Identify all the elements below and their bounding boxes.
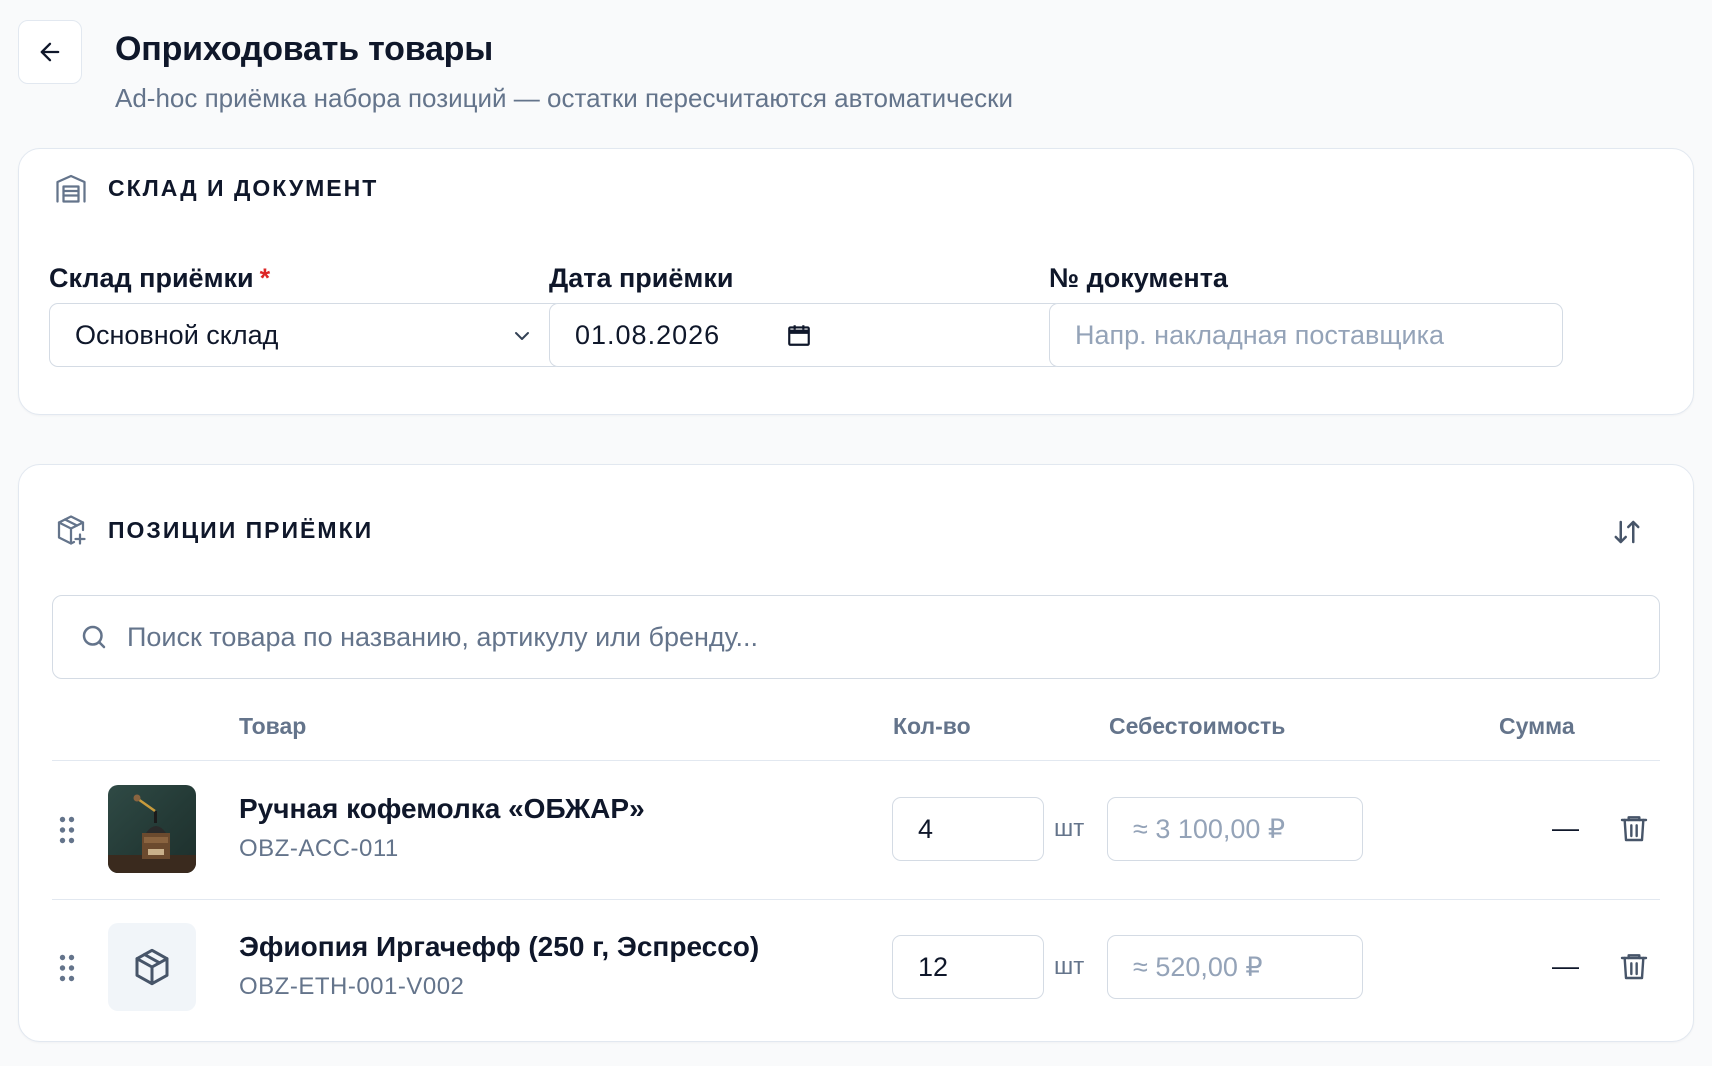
- package-plus-icon: [52, 511, 90, 549]
- product-thumbnail: [108, 923, 196, 1011]
- doc-number-placeholder: Напр. накладная поставщика: [1075, 319, 1445, 350]
- date-label: Дата приёмки: [549, 263, 734, 293]
- quantity-input[interactable]: 12: [892, 935, 1044, 999]
- warehouse-document-card: СКЛАД И ДОКУМЕНТ Склад приёмки * Основной…: [18, 148, 1694, 415]
- trash-icon[interactable]: [1618, 811, 1650, 845]
- product-name: Ручная кофемолка «ОБЖАР»: [239, 793, 645, 824]
- items-card: ПОЗИЦИИ ПРИЁМКИ Поиск товара по названию…: [18, 464, 1694, 1042]
- table-row: Ручная кофемолка «ОБЖАР» OBZ-ACC-011 4 ш…: [52, 761, 1660, 899]
- product-sku: OBZ-ETH-001-V002: [239, 973, 465, 1000]
- drag-handle-icon[interactable]: [58, 815, 76, 845]
- page-header: Оприходовать товары Ad-hoc приёмка набор…: [18, 20, 1694, 113]
- unit-label: шт: [1054, 953, 1085, 980]
- page-title: Оприходовать товары: [115, 30, 494, 68]
- coffee-grinder-image: [108, 794, 196, 873]
- table-row: Эфиопия Иргачефф (250 г, Эспрессо) OBZ-E…: [52, 899, 1660, 1037]
- doc-number-input[interactable]: Напр. накладная поставщика: [1049, 303, 1563, 367]
- cost-input[interactable]: ≈ 3 100,00 ₽: [1107, 797, 1363, 861]
- date-input[interactable]: 01.08.2026: [549, 303, 1063, 367]
- calendar-icon[interactable]: [786, 322, 812, 348]
- column-header-sum: Сумма: [1499, 713, 1575, 739]
- warehouse-select-value: Основной склад: [75, 319, 279, 350]
- row-sum: —: [1552, 951, 1579, 981]
- doc-number-label: № документа: [1049, 263, 1228, 293]
- trash-icon[interactable]: [1618, 949, 1650, 983]
- cost-placeholder: ≈ 3 100,00 ₽: [1133, 813, 1286, 844]
- warehouse-label-text: Склад приёмки: [49, 263, 254, 293]
- cost-input[interactable]: ≈ 520,00 ₽: [1107, 935, 1363, 999]
- page-subtitle: Ad-hoc приёмка набора позиций — остатки …: [115, 83, 1014, 113]
- items-section-header: ПОЗИЦИИ ПРИЁМКИ: [52, 510, 373, 550]
- sort-button[interactable]: [1607, 512, 1647, 552]
- warehouse-section-header: СКЛАД И ДОКУМЕНТ: [52, 168, 378, 208]
- sort-arrows-icon: [1614, 520, 1640, 544]
- column-header-qty: Кол-во: [893, 713, 971, 739]
- required-mark: *: [259, 263, 271, 293]
- arrow-left-icon: [40, 42, 60, 62]
- drag-handle-icon[interactable]: [58, 953, 76, 983]
- warehouse-select[interactable]: Основной склад: [49, 303, 563, 367]
- search-icon: [82, 625, 106, 649]
- warehouse-label: Склад приёмки *: [49, 263, 270, 294]
- column-header-cost: Себестоимость: [1109, 713, 1286, 739]
- quantity-value: 12: [918, 951, 949, 982]
- back-button[interactable]: [18, 20, 82, 84]
- date-input-value: 01.08.2026: [575, 319, 721, 350]
- chevron-down-icon: [515, 332, 529, 340]
- unit-label: шт: [1054, 815, 1085, 842]
- product-sku: OBZ-ACC-011: [239, 835, 399, 862]
- quantity-input[interactable]: 4: [892, 797, 1044, 861]
- quantity-value: 4: [918, 813, 934, 844]
- box-icon: [135, 948, 169, 986]
- cost-placeholder: ≈ 520,00 ₽: [1133, 951, 1263, 982]
- items-section-title: ПОЗИЦИИ ПРИЁМКИ: [108, 516, 374, 543]
- product-thumbnail: [108, 785, 196, 873]
- warehouse-section-title: СКЛАД И ДОКУМЕНТ: [108, 174, 379, 201]
- warehouse-icon: [52, 169, 90, 207]
- column-header-product: Товар: [239, 713, 307, 739]
- search-placeholder: Поиск товара по названию, артикулу или б…: [127, 621, 758, 652]
- row-sum: —: [1552, 813, 1579, 843]
- product-name: Эфиопия Иргачефф (250 г, Эспрессо): [239, 931, 760, 962]
- product-search-input[interactable]: Поиск товара по названию, артикулу или б…: [52, 595, 1660, 679]
